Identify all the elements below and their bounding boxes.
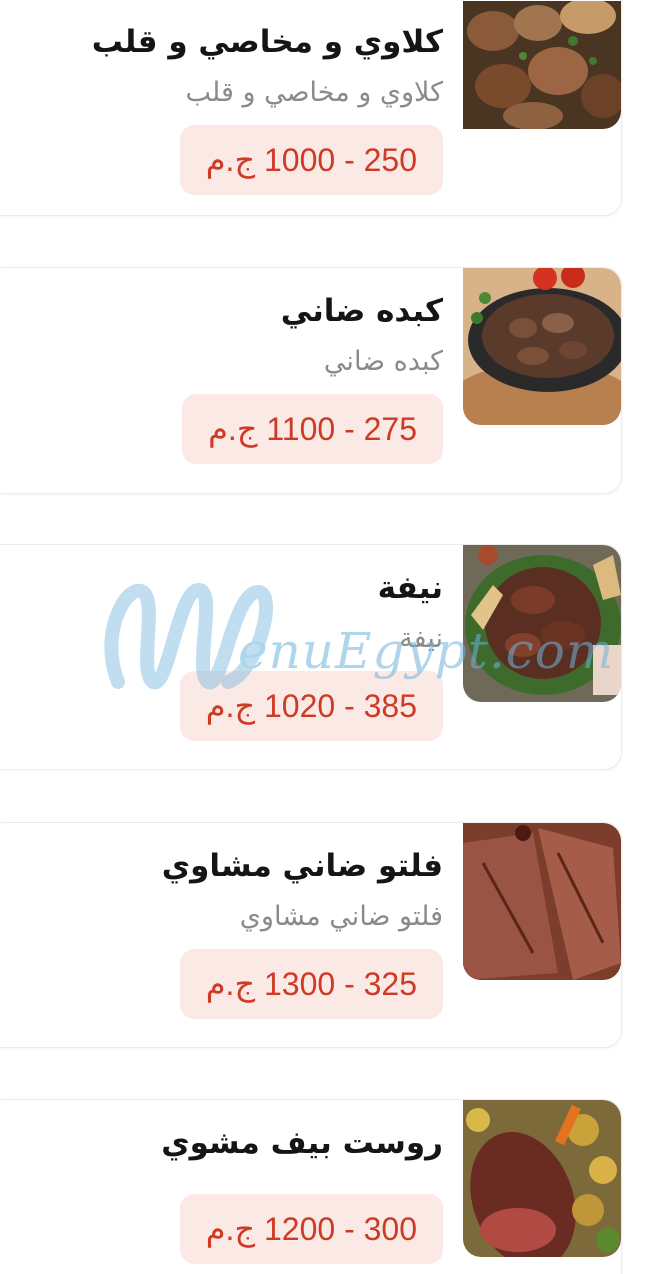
menu-item-card[interactable]: فلتو ضاني مشاوي فلتو ضاني مشاوي 325 - 13… (0, 822, 622, 1048)
menu-item-card[interactable]: روست بيف مشوي 300 - 1200 ج.م (0, 1099, 622, 1274)
price-badge: 275 - 1100 ج.م (182, 394, 443, 464)
item-info: نيفة نيفة 385 - 1020 ج.م (13, 567, 443, 741)
menu-item-card[interactable]: كلاوي و مخاصي و قلب كلاوي و مخاصي و قلب … (0, 0, 622, 216)
item-photo[interactable] (463, 1100, 621, 1257)
item-title: فلتو ضاني مشاوي (161, 848, 443, 884)
price-badge: 385 - 1020 ج.م (179, 671, 443, 741)
item-photo[interactable] (463, 268, 621, 425)
price-badge: 300 - 1200 ج.م (179, 1194, 443, 1264)
item-info: فلتو ضاني مشاوي فلتو ضاني مشاوي 325 - 13… (13, 845, 443, 1019)
item-photo[interactable] (463, 1, 621, 129)
menu-item-card[interactable]: نيفة نيفة 385 - 1020 ج.م (0, 544, 622, 770)
item-photo[interactable] (463, 823, 621, 980)
item-title: كبده ضاني (280, 293, 443, 329)
price-badge: 250 - 1000 ج.م (179, 125, 443, 195)
item-title: كلاوي و مخاصي و قلب (91, 24, 443, 60)
item-info: كبده ضاني كبده ضاني 275 - 1100 ج.م (13, 290, 443, 464)
item-description: فلتو ضاني مشاوي (239, 901, 443, 932)
menu-item-card[interactable]: كبده ضاني كبده ضاني 275 - 1100 ج.م (0, 267, 622, 494)
menu-list: كلاوي و مخاصي و قلب كلاوي و مخاصي و قلب … (0, 0, 650, 1274)
price-badge: 325 - 1300 ج.م (179, 949, 443, 1019)
item-description: نيفة (399, 623, 443, 654)
item-description: كلاوي و مخاصي و قلب (185, 77, 443, 108)
item-description: كبده ضاني (323, 346, 443, 377)
item-info: كلاوي و مخاصي و قلب كلاوي و مخاصي و قلب … (13, 21, 443, 195)
item-photo[interactable] (463, 545, 621, 702)
item-title: نيفة (377, 570, 443, 606)
item-info: روست بيف مشوي 300 - 1200 ج.م (13, 1122, 443, 1264)
item-title: روست بيف مشوي (161, 1125, 443, 1161)
